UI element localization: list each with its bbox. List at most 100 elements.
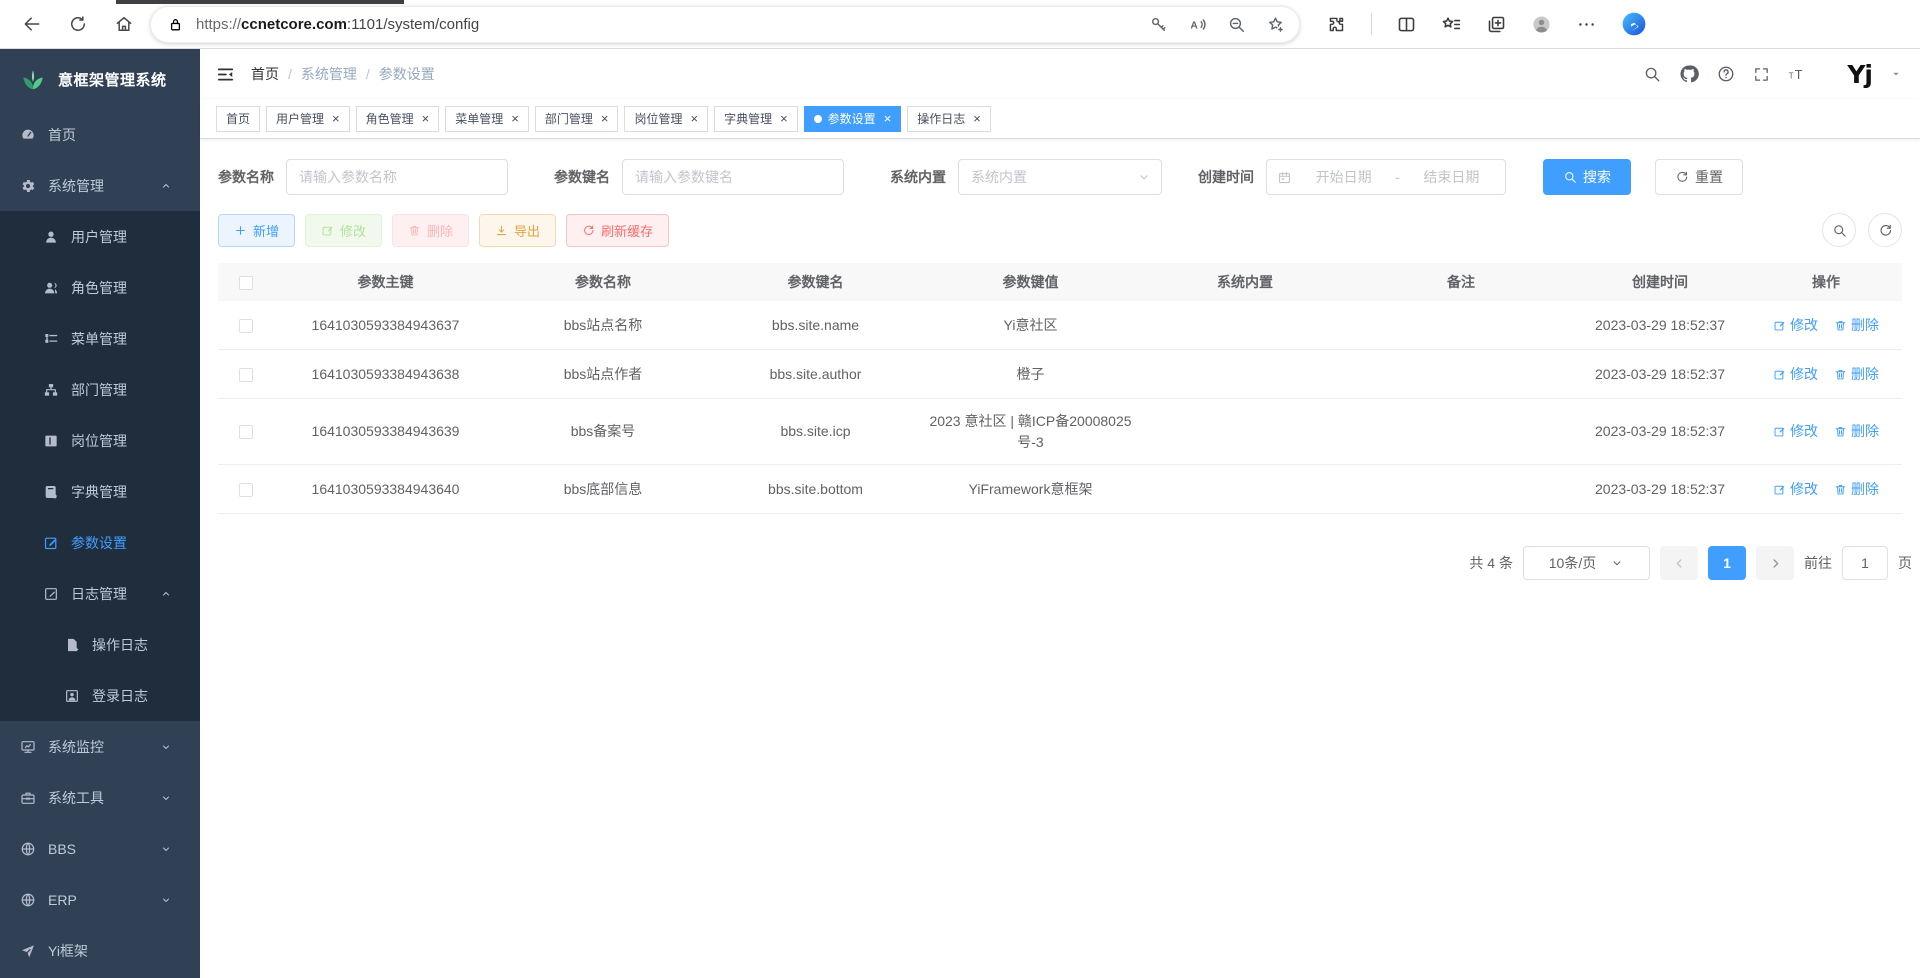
search-button[interactable]: 搜索: [1543, 159, 1631, 195]
user-avatar-logo[interactable]: Yj: [1847, 60, 1872, 89]
close-tab-icon[interactable]: ×: [332, 112, 340, 125]
close-tab-icon[interactable]: ×: [511, 112, 519, 125]
sidebar-item-label: ERP: [48, 892, 77, 908]
back-icon[interactable]: [22, 14, 42, 34]
row-checkbox[interactable]: [239, 483, 253, 497]
breadcrumb-item[interactable]: 首页: [251, 64, 279, 84]
sidebar-item-角色管理[interactable]: 角色管理: [0, 262, 200, 313]
row-checkbox[interactable]: [239, 425, 253, 439]
tab-字典管理[interactable]: 字典管理×: [714, 106, 798, 132]
sidebar-item-字典管理[interactable]: 字典管理: [0, 466, 200, 517]
current-page-button[interactable]: 1: [1708, 546, 1746, 580]
sidebar-item-登录日志[interactable]: 登录日志: [0, 670, 200, 721]
download-icon: [495, 224, 508, 237]
refresh-table-button[interactable]: [1868, 213, 1902, 247]
breadcrumb-item[interactable]: 系统管理: [301, 64, 357, 84]
reset-button[interactable]: 重置: [1655, 159, 1743, 195]
row-checkbox[interactable]: [239, 368, 253, 382]
read-aloud-icon[interactable]: A: [1188, 15, 1207, 34]
date-end-placeholder[interactable]: 结束日期: [1408, 167, 1495, 187]
param-name-input[interactable]: [286, 159, 508, 195]
tab-操作日志[interactable]: 操作日志×: [907, 106, 991, 132]
修改-button[interactable]: 修改: [305, 214, 382, 247]
导出-button[interactable]: 导出: [479, 214, 556, 247]
sidebar-item-用户管理[interactable]: 用户管理: [0, 211, 200, 262]
刷新缓存-button[interactable]: 刷新缓存: [566, 214, 669, 247]
app-logo[interactable]: 意框架管理系统: [0, 49, 200, 109]
tab-角色管理[interactable]: 角色管理×: [356, 106, 440, 132]
修改-link[interactable]: 修改: [1773, 421, 1818, 442]
tab-用户管理[interactable]: 用户管理×: [266, 106, 350, 132]
close-tab-icon[interactable]: ×: [884, 112, 892, 125]
删除-link[interactable]: 删除: [1834, 315, 1879, 336]
github-icon[interactable]: [1679, 64, 1699, 84]
close-tab-icon[interactable]: ×: [422, 112, 430, 125]
help-icon[interactable]: [1717, 65, 1735, 83]
more-dots-icon[interactable]: [1576, 14, 1597, 35]
tab-岗位管理[interactable]: 岗位管理×: [624, 106, 708, 132]
prev-page-button[interactable]: [1660, 546, 1698, 580]
param-key-input[interactable]: [622, 159, 844, 195]
tab-参数设置[interactable]: 参数设置×: [804, 106, 902, 132]
sidebar-collapse-icon[interactable]: [216, 65, 235, 84]
fullscreen-icon[interactable]: [1753, 66, 1770, 83]
sidebar-item-ERP[interactable]: ERP: [0, 874, 200, 925]
split-screen-icon[interactable]: [1396, 14, 1417, 35]
sidebar-item-日志管理[interactable]: 日志管理: [0, 568, 200, 619]
key-icon[interactable]: [1149, 15, 1168, 34]
header-tools: TT Yj: [1643, 60, 1902, 89]
favorites-bar-icon[interactable]: [1441, 14, 1462, 35]
删除-link[interactable]: 删除: [1834, 421, 1879, 442]
sidebar-item-岗位管理[interactable]: 岗位管理: [0, 415, 200, 466]
star-plus-icon[interactable]: [1266, 15, 1285, 34]
sidebar-item-参数设置[interactable]: 参数设置: [0, 517, 200, 568]
home-icon[interactable]: [114, 14, 134, 34]
date-range-picker[interactable]: 开始日期 - 结束日期: [1266, 159, 1506, 195]
font-size-icon[interactable]: TT: [1788, 65, 1807, 84]
新增-button[interactable]: 新增: [218, 214, 295, 247]
breadcrumb-item: 参数设置: [379, 64, 435, 84]
url-text[interactable]: https://ccnetcore.com:1101/system/config: [196, 16, 1149, 33]
close-tab-icon[interactable]: ×: [690, 112, 698, 125]
sidebar-item-部门管理[interactable]: 部门管理: [0, 364, 200, 415]
select-all-checkbox[interactable]: [239, 276, 253, 290]
tab-首页[interactable]: 首页: [216, 106, 260, 132]
close-tab-icon[interactable]: ×: [973, 112, 981, 125]
sidebar-item-系统监控[interactable]: 系统监控: [0, 721, 200, 772]
profile-icon[interactable]: [1531, 14, 1552, 35]
sidebar-item-首页[interactable]: 首页: [0, 109, 200, 160]
show-search-button[interactable]: [1822, 213, 1856, 247]
sidebar-item-系统工具[interactable]: 系统工具: [0, 772, 200, 823]
close-tab-icon[interactable]: ×: [601, 112, 609, 125]
extensions-icon[interactable]: [1326, 14, 1347, 35]
tab-部门管理[interactable]: 部门管理×: [535, 106, 619, 132]
删除-link[interactable]: 删除: [1834, 364, 1879, 385]
next-page-button[interactable]: [1756, 546, 1794, 580]
reload-icon[interactable]: [68, 14, 88, 34]
sidebar-item-菜单管理[interactable]: 菜单管理: [0, 313, 200, 364]
date-start-placeholder[interactable]: 开始日期: [1300, 167, 1387, 187]
删除-link[interactable]: 删除: [1834, 479, 1879, 500]
goto-page-input[interactable]: [1842, 546, 1888, 580]
bing-icon[interactable]: [1621, 11, 1647, 37]
修改-link[interactable]: 修改: [1773, 479, 1818, 500]
修改-link[interactable]: 修改: [1773, 364, 1818, 385]
zoom-out-icon[interactable]: [1227, 15, 1246, 34]
refresh-icon: [1675, 170, 1689, 184]
search-icon[interactable]: [1643, 65, 1661, 83]
collections-icon[interactable]: [1486, 14, 1507, 35]
caret-down-icon[interactable]: [1890, 68, 1902, 80]
address-bar[interactable]: https://ccnetcore.com:1101/system/config…: [150, 6, 1300, 43]
sidebar-item-Yi框架[interactable]: Yi框架: [0, 925, 200, 976]
sidebar-item-BBS[interactable]: BBS: [0, 823, 200, 874]
page-size-select[interactable]: 10条/页: [1523, 546, 1650, 580]
sidebar-item-操作日志[interactable]: 操作日志: [0, 619, 200, 670]
删除-button[interactable]: 删除: [392, 214, 469, 247]
close-tab-icon[interactable]: ×: [780, 112, 788, 125]
修改-link[interactable]: 修改: [1773, 315, 1818, 336]
row-checkbox[interactable]: [239, 319, 253, 333]
column-header-创建时间: 创建时间: [1570, 272, 1750, 293]
tab-菜单管理[interactable]: 菜单管理×: [445, 106, 529, 132]
sidebar-item-系统管理[interactable]: 系统管理: [0, 160, 200, 211]
builtin-select[interactable]: 系统内置: [958, 159, 1162, 195]
